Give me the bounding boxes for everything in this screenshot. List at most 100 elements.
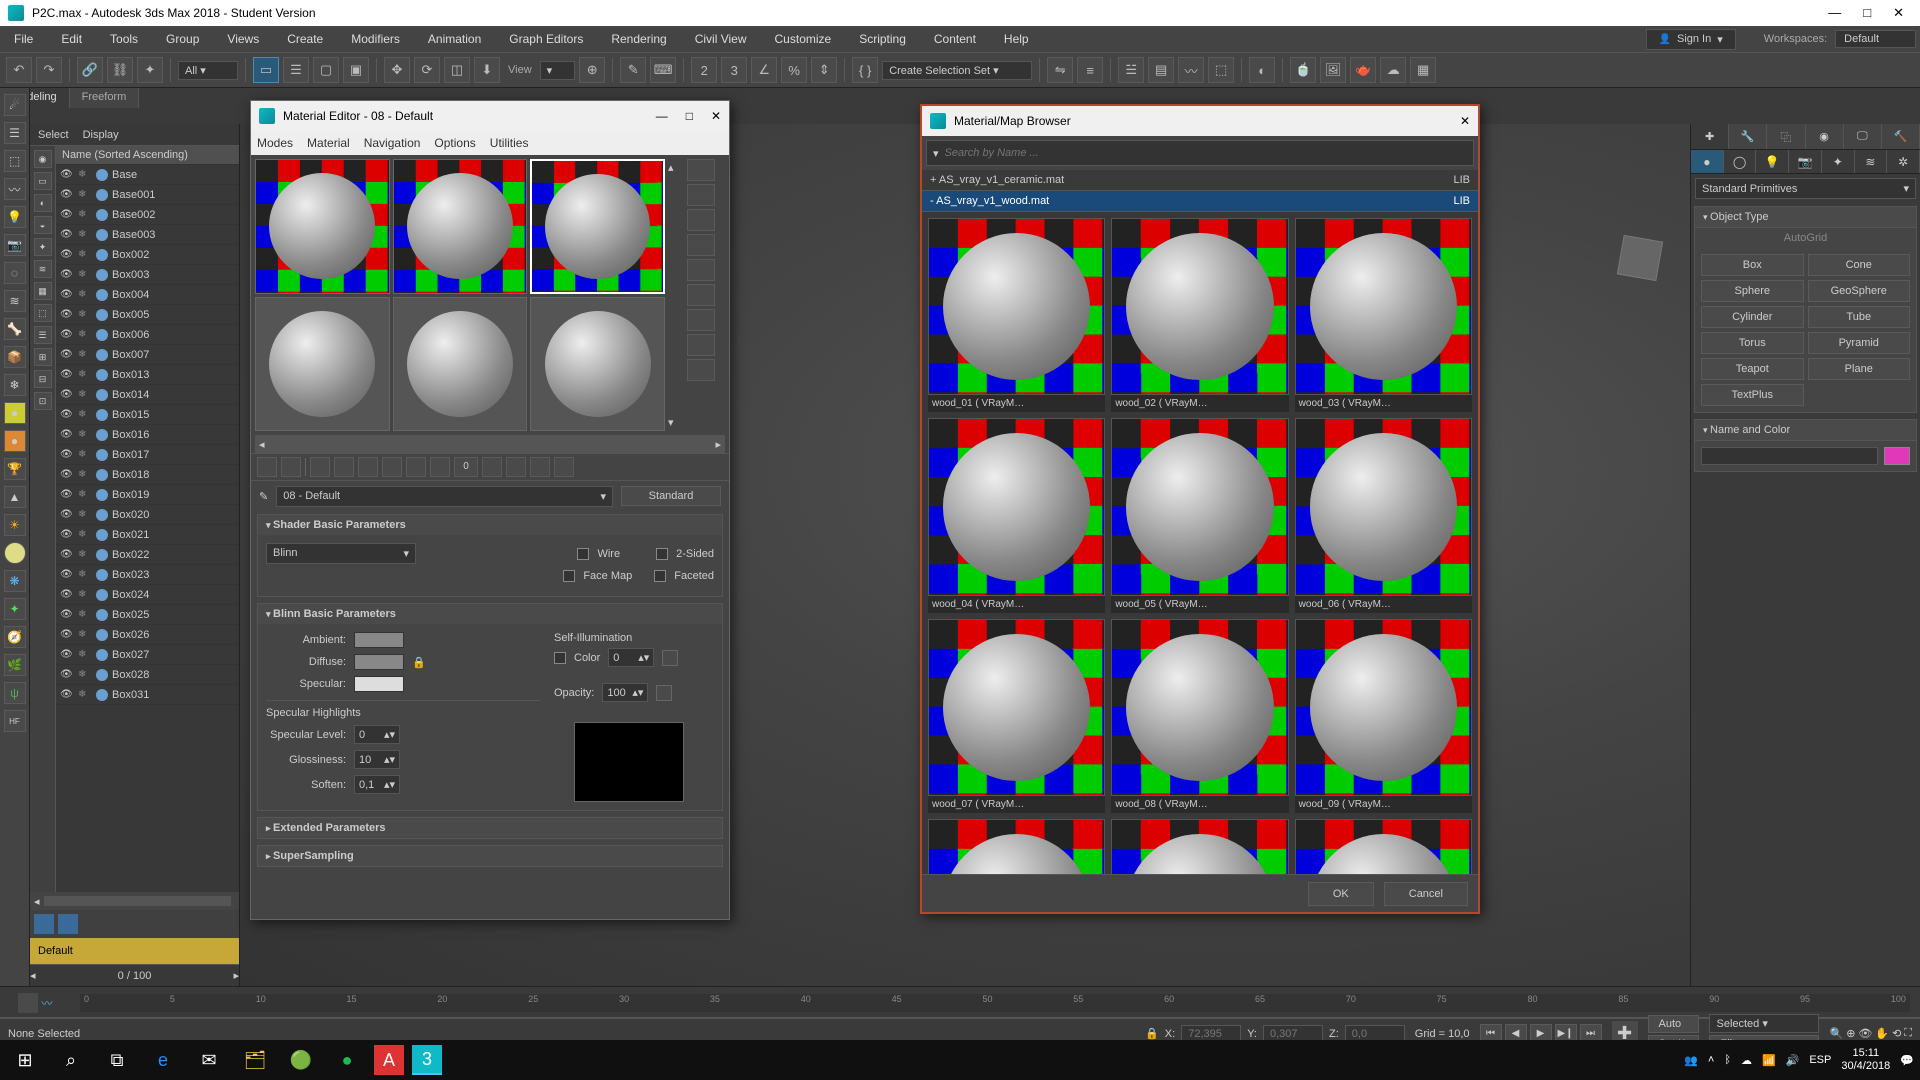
freeze-icon[interactable]: ❄ [78,469,92,480]
dropdown-icon[interactable]: ▾ [933,147,939,160]
scene-row[interactable]: 👁❄Box022 [56,545,239,565]
freeze-icon[interactable]: ❄ [78,389,92,400]
taskbar-3dsmax[interactable]: 3 [412,1045,442,1075]
hscroll-left-icon[interactable]: ◂ [259,438,265,451]
material-slot[interactable] [393,159,528,294]
material-type-button[interactable]: Standard [621,486,721,506]
freeze-icon[interactable]: ❄ [78,549,92,560]
align-button[interactable]: ≡ [1077,57,1103,83]
percent-snap-button[interactable]: % [781,57,807,83]
mat-id-icon[interactable] [430,457,450,477]
ambient-swatch[interactable] [354,632,404,648]
visibility-icon[interactable]: 👁 [60,229,74,240]
visibility-icon[interactable]: 👁 [60,489,74,500]
soften-spinner[interactable]: 0,1▴▾ [354,775,400,794]
put-to-lib-icon[interactable] [406,457,426,477]
scroll-down-icon[interactable]: ▾ [668,416,684,429]
snaps-2d-button[interactable]: 2 [691,57,717,83]
schematic-view-button[interactable]: ⬚ [1208,57,1234,83]
menu-animation[interactable]: Animation [418,28,491,50]
scene-row[interactable]: 👁❄Box028 [56,665,239,685]
scroll-left-icon[interactable]: ◂ [34,895,40,908]
fov-icon[interactable]: 👁 [1858,1027,1872,1040]
autogrid-checkbox[interactable]: AutoGrid [1695,228,1916,248]
scene-row[interactable]: 👁❄Box019 [56,485,239,505]
lib-wood[interactable]: - AS_vray_v1_wood.matLIB [922,191,1478,212]
vt-container-icon[interactable]: 📦 [4,346,26,368]
lock-icon[interactable]: 🔒 [412,656,426,669]
tray-notifications-icon[interactable]: 💬 [1900,1054,1914,1067]
taskbar-edge[interactable]: e [144,1044,182,1076]
si-map-button[interactable] [662,650,678,666]
freeze-icon[interactable]: ❄ [78,309,92,320]
si-color-checkbox[interactable] [554,652,566,664]
freeze-icon[interactable]: ❄ [78,629,92,640]
cp-geometry-icon[interactable]: ● [1691,150,1724,173]
material-item[interactable]: wood_01 ( VRayM… [928,218,1105,412]
visibility-icon[interactable]: 👁 [60,689,74,700]
tray-clock[interactable]: 15:1130/4/2018 [1841,1047,1890,1073]
material-editor-button[interactable]: ◐ [1249,57,1275,83]
filter-icon[interactable]: ▭ [34,172,52,190]
visibility-icon[interactable]: 👁 [60,269,74,280]
vt-yellow-icon[interactable]: ● [4,402,26,424]
scene-row[interactable]: 👁❄Box021 [56,525,239,545]
taskbar-autodesk[interactable]: A [374,1045,404,1075]
tray-bluetooth-icon[interactable]: ᛒ [1724,1054,1731,1066]
primitive-button[interactable]: Teapot [1701,358,1804,380]
dialog-minimize-button[interactable]: — [656,109,668,123]
menu-content[interactable]: Content [924,28,986,50]
visibility-icon[interactable]: 👁 [60,309,74,320]
material-item[interactable]: wood_02 ( VRayM… [1111,218,1288,412]
vt-spacewarp-icon[interactable]: ≋ [4,290,26,312]
sample-background-icon[interactable] [687,209,715,231]
primitive-button[interactable]: Tube [1808,306,1911,328]
scene-row[interactable]: 👁❄Box017 [56,445,239,465]
si-color-spinner[interactable]: 0▴▾ [608,648,654,667]
visibility-icon[interactable]: 👁 [60,369,74,380]
selection-filter-dropdown[interactable]: All ▾ [178,61,238,80]
select-by-mat-icon[interactable] [687,359,715,381]
taskview-button[interactable]: ⧉ [98,1044,136,1076]
dialog-maximize-button[interactable]: □ [686,109,693,123]
freeze-icon[interactable]: ❄ [78,489,92,500]
freeze-icon[interactable]: ❄ [78,689,92,700]
vt-select-icon[interactable]: ☄ [4,94,26,116]
ribbon-tab-freeform[interactable]: Freeform [70,88,140,108]
scene-row[interactable]: 👁❄Box024 [56,585,239,605]
primitive-button[interactable]: Pyramid [1808,332,1911,354]
menu-group[interactable]: Group [156,28,209,50]
scene-row[interactable]: 👁❄Box013 [56,365,239,385]
start-button[interactable]: ⊞ [6,1044,44,1076]
timeline-track[interactable]: 0510152025303540455055606570758085909510… [80,994,1910,1012]
scene-row[interactable]: 👁❄Box020 [56,505,239,525]
menu-modifiers[interactable]: Modifiers [341,28,410,50]
visibility-icon[interactable]: 👁 [60,509,74,520]
undo-button[interactable]: ↶ [6,57,32,83]
curve-editor-button[interactable]: 〰 [1178,57,1204,83]
filter-icon[interactable]: ◉ [34,150,52,168]
menu-views[interactable]: Views [217,28,269,50]
opacity-spinner[interactable]: 100▴▾ [602,683,648,702]
keyboard-shortcut-button[interactable]: ⌨ [650,57,676,83]
visibility-icon[interactable]: 👁 [60,529,74,540]
me-menu-options[interactable]: Options [434,136,475,150]
material-slot[interactable] [255,297,390,432]
autokey-button[interactable]: Auto [1648,1015,1700,1033]
lock-icon[interactable]: 🔒 [1145,1027,1159,1040]
rollout-blinn-basic[interactable]: Blinn Basic Parameters [258,604,722,624]
material-item[interactable]: wood_11 ( VRayM… [1111,819,1288,874]
tray-lang[interactable]: ESP [1809,1054,1831,1066]
freeze-icon[interactable]: ❄ [78,449,92,460]
filter-icon[interactable]: ≋ [34,260,52,278]
wire-checkbox[interactable] [577,548,589,560]
faceted-checkbox[interactable] [654,570,666,582]
visibility-icon[interactable]: 👁 [60,389,74,400]
freeze-icon[interactable]: ❄ [78,189,92,200]
vt-blue-icon[interactable]: ❋ [4,570,26,592]
primitive-button[interactable]: Cone [1808,254,1911,276]
use-pivot-center-button[interactable]: ⊕ [579,57,605,83]
window-crossing-button[interactable]: ▣ [343,57,369,83]
viewcube[interactable] [1610,228,1670,288]
cp-modify-tab[interactable]: 🔧 [1729,124,1767,149]
